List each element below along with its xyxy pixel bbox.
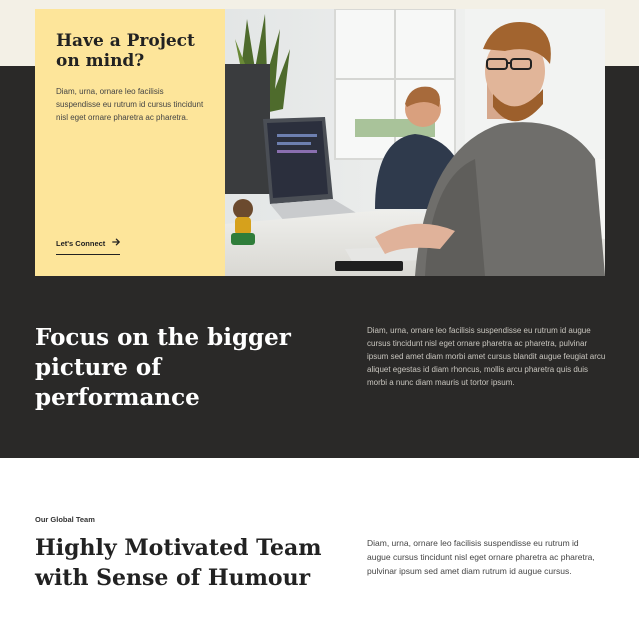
card-text: Diam, urna, ornare leo facilisis suspend… bbox=[56, 87, 204, 122]
team-title: Highly Motivated Team with Sense of Humo… bbox=[35, 535, 322, 591]
project-card: Have a Project on mind? Diam, urna, orna… bbox=[35, 9, 225, 276]
lets-connect-label: Let's Connect bbox=[56, 238, 106, 248]
team-eyebrow: Our Global Team bbox=[35, 515, 95, 524]
team-text: Diam, urna, ornare leo facilisis suspend… bbox=[367, 538, 595, 576]
card-title: Have a Project on mind? bbox=[56, 31, 195, 71]
office-photo bbox=[225, 9, 605, 276]
focus-text: Diam, urna, ornare leo facilisis suspend… bbox=[367, 326, 606, 387]
lets-connect-link[interactable]: Let's Connect bbox=[56, 238, 120, 255]
arrow-right-icon bbox=[112, 238, 120, 248]
focus-title: Focus on the bigger picture of performan… bbox=[35, 324, 291, 411]
